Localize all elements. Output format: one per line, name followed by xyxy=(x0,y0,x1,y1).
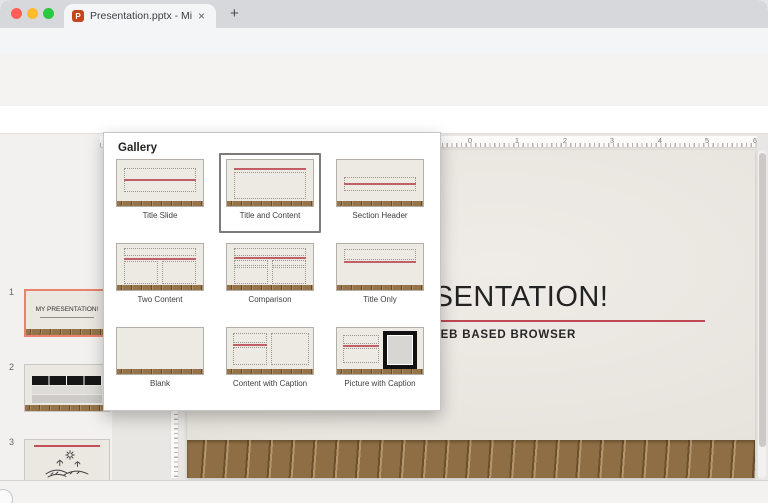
gallery-item-section-header[interactable]: Section Header xyxy=(329,153,431,233)
ruler-tick-label: 2 xyxy=(559,136,571,145)
status-bar: Slide 1 of 4 English (U.S.) Give Feedbac… xyxy=(0,480,768,503)
wood-floor xyxy=(25,405,109,411)
placeholder-box xyxy=(124,261,158,284)
placeholder-box xyxy=(233,347,267,365)
wood-floor xyxy=(117,201,203,206)
layout-thumbnail xyxy=(336,327,424,375)
minimize-window-button[interactable] xyxy=(27,8,38,19)
ruler-tick-label: 0 xyxy=(464,136,476,145)
accent-line xyxy=(234,168,306,170)
slide-thumbnail-1[interactable]: MY PRESENTATION! xyxy=(24,289,110,337)
accent-line xyxy=(124,258,196,260)
browser-tabstrip: P Presentation.pptx - Microsoft P × + xyxy=(0,0,768,28)
placeholder-box xyxy=(271,333,309,365)
thumb-title-text: MY PRESENTATION! xyxy=(26,306,108,313)
layout-thumbnail xyxy=(226,159,314,207)
slide-subtitle-text[interactable]: WEB BASED BROWSER xyxy=(429,329,576,341)
wood-floor xyxy=(227,369,313,374)
ruler-tick-label: 1 xyxy=(511,136,523,145)
placeholder-box xyxy=(343,335,379,344)
ribbon-tab-row: File Home Insert Draw Design Transitions… xyxy=(0,82,768,106)
layout-thumbnail xyxy=(116,159,204,207)
wood-floor xyxy=(187,440,755,478)
placeholder-box xyxy=(162,261,196,284)
slide-number: 1 xyxy=(9,287,14,297)
accent-line xyxy=(34,445,100,447)
wood-floor xyxy=(227,285,313,290)
wood-floor xyxy=(26,329,108,335)
placeholder-box xyxy=(234,267,268,284)
browser-window: P Presentation.pptx - Microsoft P × + Gu… xyxy=(0,0,768,503)
thumb-subtitle-line xyxy=(40,317,94,318)
placeholder-box xyxy=(234,248,306,256)
gallery-item-blank[interactable]: Blank xyxy=(109,321,211,401)
wood-floor xyxy=(117,285,203,290)
gallery-item-title-only[interactable]: Title Only xyxy=(329,237,431,317)
placeholder-box xyxy=(272,260,306,266)
office-header: P Presentation - Saved to OneDrive xyxy=(0,54,768,82)
placeholder-box xyxy=(344,249,416,260)
placeholder-box xyxy=(124,248,196,256)
sketch-drawing xyxy=(44,449,90,479)
new-tab-button[interactable]: + xyxy=(230,5,239,22)
zoom-window-button[interactable] xyxy=(43,8,54,19)
scrollbar-thumb[interactable] xyxy=(759,153,766,447)
browser-navbar: Guest xyxy=(0,28,768,54)
slide-number: 2 xyxy=(9,362,14,372)
ruler-tick-label: 3 xyxy=(606,136,618,145)
accessibility-bubble[interactable] xyxy=(0,489,13,503)
accent-line xyxy=(344,261,416,263)
ruler-tick-label: 4 xyxy=(654,136,666,145)
gallery-item-two-content[interactable]: Two Content xyxy=(109,237,211,317)
accent-line xyxy=(124,179,196,181)
powerpoint-favicon: P xyxy=(72,10,84,22)
close-window-button[interactable] xyxy=(11,8,22,19)
accent-line xyxy=(344,183,416,185)
wood-floor xyxy=(337,285,423,290)
table-row xyxy=(32,386,102,394)
picture-matte xyxy=(387,335,413,365)
quick-toolbar: A+ A- B A ··· ··· xyxy=(0,106,768,134)
layout-thumbnail xyxy=(116,327,204,375)
gallery-item-content-with-caption[interactable]: Content with Caption xyxy=(219,321,321,401)
gallery-item-picture-with-caption[interactable]: Picture with Caption xyxy=(329,321,431,401)
wood-floor xyxy=(337,201,423,206)
layout-thumbnail xyxy=(226,243,314,291)
ruler-tick-label: 6 xyxy=(749,136,761,145)
picture-frame xyxy=(383,331,417,369)
ruler-tick-label: 5 xyxy=(701,136,713,145)
slide-thumbnail-2[interactable] xyxy=(24,364,110,412)
table-row xyxy=(32,395,102,403)
slide-number: 3 xyxy=(9,437,14,447)
gallery-item-title-and-content[interactable]: Title and Content xyxy=(219,153,321,233)
accent-line xyxy=(234,257,306,259)
placeholder-box xyxy=(234,260,268,266)
layout-thumbnail xyxy=(336,243,424,291)
tab-close-icon[interactable]: × xyxy=(198,9,205,23)
wood-floor xyxy=(117,369,203,374)
slide-thumbnail-panel: 1 MY PRESENTATION! 2 3 4 O xyxy=(0,134,112,480)
layout-thumbnail xyxy=(116,243,204,291)
placeholder-box xyxy=(272,267,306,284)
browser-tab[interactable]: P Presentation.pptx - Microsoft P × xyxy=(64,4,216,28)
wood-floor xyxy=(337,369,423,374)
table-header-row xyxy=(32,376,102,385)
placeholder-box xyxy=(343,348,379,363)
layout-gallery-popup: Gallery Title Slide Title and Content xyxy=(103,132,441,411)
tab-title: Presentation.pptx - Microsoft P xyxy=(90,10,192,22)
layout-thumbnail xyxy=(226,327,314,375)
accent-line xyxy=(233,344,267,346)
wood-floor xyxy=(227,201,313,206)
placeholder-box xyxy=(234,172,306,199)
gallery-item-comparison[interactable]: Comparison xyxy=(219,237,321,317)
placeholder-box xyxy=(233,333,267,343)
gallery-item-title-slide[interactable]: Title Slide xyxy=(109,153,211,233)
accent-line xyxy=(343,345,379,347)
layout-thumbnail xyxy=(336,159,424,207)
